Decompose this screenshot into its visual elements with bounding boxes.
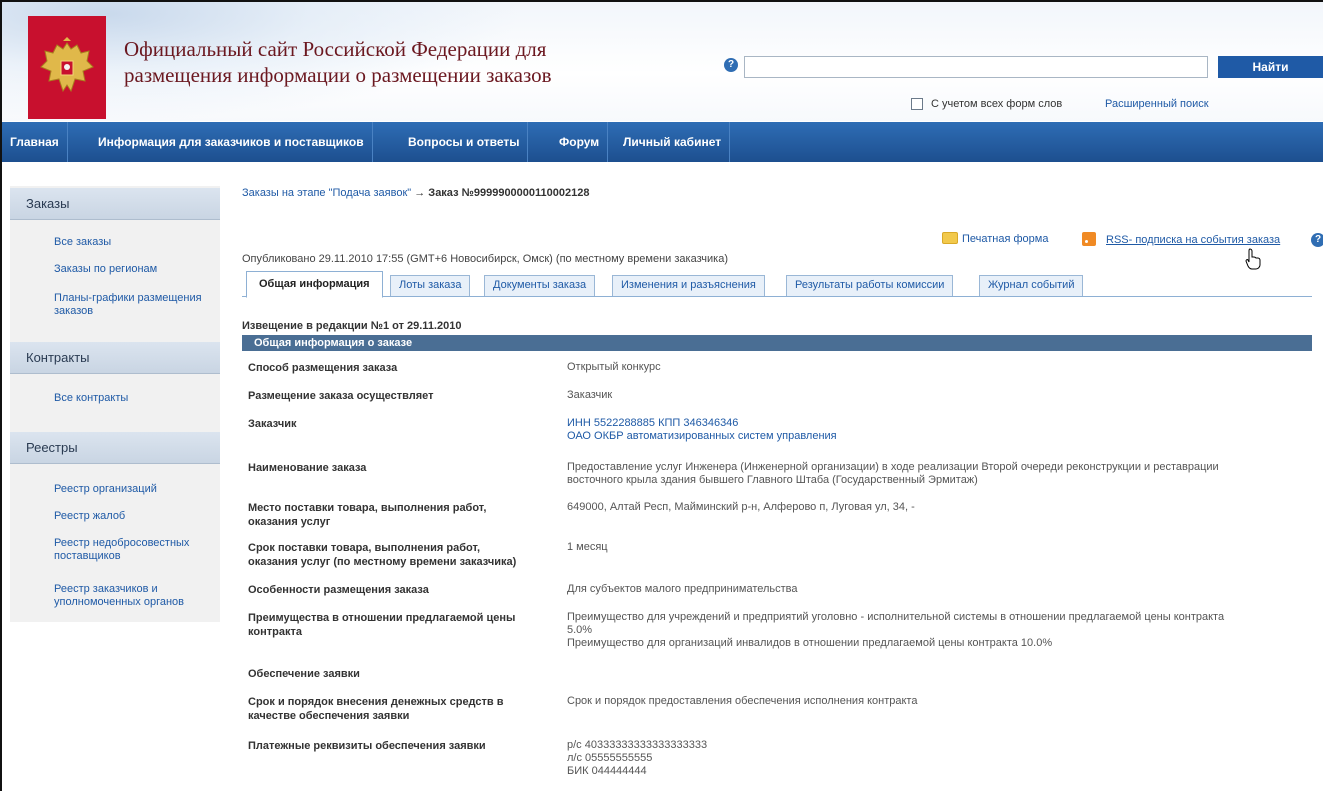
row-label-line: качестве обеспечения заявки bbox=[248, 710, 410, 722]
search-button[interactable]: Найти bbox=[1218, 56, 1323, 78]
sidebar-header-orders[interactable]: Заказы bbox=[10, 188, 220, 220]
published-date: Опубликовано 29.11.2010 17:55 (GMT+6 Нов… bbox=[242, 253, 728, 265]
rss-subscription-link[interactable]: RSS- подписка на события заказа bbox=[1082, 232, 1280, 246]
row-label: Преимущества в отношении предлагаемой це… bbox=[248, 611, 558, 639]
row-label: Размещение заказа осуществляет bbox=[248, 390, 434, 402]
breadcrumb-arrow: → bbox=[411, 187, 429, 199]
row-label: Способ размещения заказа bbox=[248, 362, 398, 374]
row-value-line: Преимущество для организаций инвалидов в… bbox=[567, 637, 1053, 649]
row-label-line: контракта bbox=[248, 626, 302, 638]
sidebar-item-unfair-suppliers-registry[interactable]: Реестр недобросовестных поставщиков bbox=[54, 537, 214, 563]
breadcrumb-current: Заказ №9999900000110002128 bbox=[428, 187, 590, 199]
row-value-line: л/с 05555555555 bbox=[567, 752, 653, 764]
row-value: Для субъектов малого предпринимательства bbox=[567, 583, 798, 595]
row-value: ИНН 5522288885 КПП 346346346 ОАО ОКБР ав… bbox=[567, 417, 1312, 443]
browser-page: Официальный сайт Российской Федерации дл… bbox=[0, 0, 1323, 791]
tab-documents[interactable]: Документы заказа bbox=[484, 275, 596, 296]
row-label: Наименование заказа bbox=[248, 462, 367, 474]
sidebar-item-all-contracts[interactable]: Все контракты bbox=[54, 392, 214, 405]
row-value-line: 5.0% bbox=[567, 624, 593, 636]
sidebar-item-all-orders[interactable]: Все заказы bbox=[54, 236, 214, 249]
help-icon[interactable]: ? bbox=[1311, 233, 1323, 247]
row-label: Обеспечение заявки bbox=[248, 668, 360, 680]
nav-item-info-for-customers[interactable]: Информация для заказчиков и поставщиков bbox=[90, 122, 373, 162]
site-header: Официальный сайт Российской Федерации дл… bbox=[2, 2, 1323, 121]
main-nav: Главная Информация для заказчиков и пост… bbox=[2, 122, 1323, 162]
search-input[interactable] bbox=[744, 56, 1208, 78]
sidebar-header-contracts[interactable]: Контракты bbox=[10, 342, 220, 374]
folder-icon bbox=[942, 232, 958, 244]
section-header: Общая информация о заказе bbox=[242, 335, 1312, 351]
sidebar-item-customers-registry[interactable]: Реестр заказчиков и уполномоченных орган… bbox=[54, 583, 214, 609]
row-label: Срок поставки товара, выполнения работ, … bbox=[248, 541, 558, 569]
breadcrumb: Заказы на этапе "Подача заявок" → Заказ … bbox=[242, 187, 589, 199]
customer-inn-link[interactable]: ИНН 5522288885 КПП 346346346 bbox=[567, 417, 1312, 430]
customer-name-link[interactable]: ОАО ОКБР автоматизированных систем управ… bbox=[567, 430, 1312, 443]
sidebar-item-orders-by-region[interactable]: Заказы по регионам bbox=[54, 263, 214, 276]
advanced-search-link[interactable]: Расширенный поиск bbox=[1105, 98, 1209, 110]
row-label-line: Место поставки товара, выполнения работ, bbox=[248, 502, 487, 514]
hand-pointer-icon bbox=[1245, 248, 1261, 270]
row-label: Срок и порядок внесения денежных средств… bbox=[248, 695, 558, 723]
row-value-line: Преимущество для учреждений и предприяти… bbox=[567, 611, 1225, 623]
row-value: Открытый конкурс bbox=[567, 361, 661, 373]
row-value-line: восточного крыла здания бывшего Главного… bbox=[567, 474, 978, 486]
site-title-line1: Официальный сайт Российской Федерации дл… bbox=[124, 37, 547, 61]
sidebar-header-registries[interactable]: Реестры bbox=[10, 432, 220, 464]
nav-item-faq[interactable]: Вопросы и ответы bbox=[400, 122, 529, 162]
row-value: Предоставление услуг Инженера (Инженерно… bbox=[567, 461, 1312, 487]
coat-of-arms-logo[interactable] bbox=[28, 16, 106, 119]
tab-bar: Общая информация Лоты заказа Документы з… bbox=[242, 271, 1312, 298]
site-title-line2: размещения информации о размещении заказ… bbox=[124, 63, 552, 87]
row-label: Заказчик bbox=[248, 418, 297, 430]
nav-item-personal-cabinet[interactable]: Личный кабинет bbox=[615, 122, 731, 162]
row-value: 649000, Алтай Респ, Майминский р-н, Алфе… bbox=[567, 501, 915, 513]
notice-title: Извещение в редакции №1 от 29.11.2010 bbox=[242, 320, 462, 332]
double-headed-eagle-icon bbox=[40, 36, 94, 92]
row-value: Срок и порядок предоставления обеспечени… bbox=[567, 695, 918, 707]
nav-item-home[interactable]: Главная bbox=[2, 122, 68, 162]
tab-commission-results[interactable]: Результаты работы комиссии bbox=[786, 275, 954, 296]
print-form-link[interactable]: Печатная форма bbox=[942, 232, 1048, 245]
tab-changes[interactable]: Изменения и разъяснения bbox=[612, 275, 765, 296]
row-label-line: Срок и порядок внесения денежных средств… bbox=[248, 696, 504, 708]
row-label: Платежные реквизиты обеспечения заявки bbox=[248, 740, 486, 752]
sidebar-item-procurement-plans[interactable]: Планы-графики размещения заказов bbox=[54, 292, 219, 318]
rss-icon bbox=[1082, 232, 1096, 246]
row-value: Преимущество для учреждений и предприяти… bbox=[567, 611, 1312, 650]
row-value-line: Предоставление услуг Инженера (Инженерно… bbox=[567, 461, 1219, 473]
row-label-line: Преимущества в отношении предлагаемой це… bbox=[248, 612, 516, 624]
row-value: Заказчик bbox=[567, 389, 613, 401]
site-title[interactable]: Официальный сайт Российской Федерации дл… bbox=[124, 36, 684, 88]
rss-label: RSS- подписка на события заказа bbox=[1106, 234, 1281, 246]
tab-event-log[interactable]: Журнал событий bbox=[979, 275, 1084, 296]
row-value: р/с 40333333333333333333 л/с 05555555555… bbox=[567, 739, 1312, 778]
nav-item-forum[interactable]: Форум bbox=[551, 122, 609, 162]
tab-lots[interactable]: Лоты заказа bbox=[390, 275, 471, 296]
tab-general-info[interactable]: Общая информация bbox=[246, 271, 383, 298]
breadcrumb-link[interactable]: Заказы на этапе "Подача заявок" bbox=[242, 187, 411, 199]
row-label-line: Срок поставки товара, выполнения работ, bbox=[248, 542, 481, 554]
print-form-label: Печатная форма bbox=[962, 233, 1049, 245]
row-label-line: оказания услуг (по местному времени зака… bbox=[248, 556, 517, 568]
row-label-line: оказания услуг bbox=[248, 516, 331, 528]
search-help-icon[interactable]: ? bbox=[724, 58, 738, 72]
sidebar: Заказы Все заказы Заказы по регионам Пла… bbox=[10, 186, 220, 622]
sidebar-item-complaints-registry[interactable]: Реестр жалоб bbox=[54, 510, 214, 523]
wordforms-checkbox[interactable] bbox=[911, 98, 923, 110]
row-label: Место поставки товара, выполнения работ,… bbox=[248, 501, 558, 529]
row-label: Особенности размещения заказа bbox=[248, 584, 429, 596]
wordforms-label: С учетом всех форм слов bbox=[931, 98, 1063, 110]
row-value: 1 месяц bbox=[567, 541, 608, 553]
row-value-line: р/с 40333333333333333333 bbox=[567, 739, 708, 751]
row-value-line: БИК 044444444 bbox=[567, 765, 647, 777]
sidebar-item-org-registry[interactable]: Реестр организаций bbox=[54, 483, 214, 496]
